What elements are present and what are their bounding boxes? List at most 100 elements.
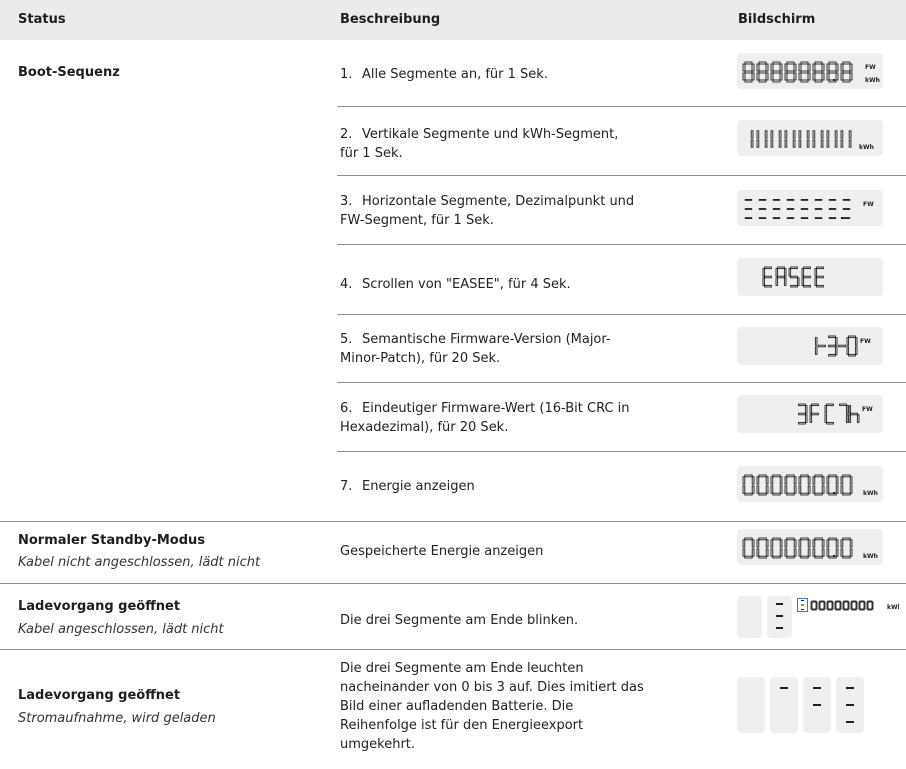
decimal-point [833,492,835,494]
fw-label: FW [862,406,873,413]
lcd-digit [742,61,755,83]
boot-step-1: 1. Alle Segmente an, für 1 Sek. [340,65,660,84]
lcd-digit [848,405,860,423]
lcd-digit [818,600,826,611]
lcd-blink-frame-segments [767,596,792,638]
status-table: Status Beschreibung Bildschirm Boot-Sequ… [0,0,906,769]
row-divider [337,451,906,452]
boot-step-3: 3. Horizontale Segmente, Dezimalpunkt und… [340,192,658,230]
lcd-horizontal-segments: FW [737,190,883,226]
boot-step-6: 6. Eindeutiger Firmware-Wert (16-Bit CRC … [340,399,645,437]
lcd-digit [798,403,808,425]
lcd-digit [770,474,783,496]
row-divider [337,106,906,107]
lcd-digit [826,61,839,83]
lcd-digit [800,199,809,219]
kwh-label: kWh [859,144,874,151]
lcd-digit [824,403,834,425]
lcd-vertical-segments: kWh [737,120,883,156]
lcd-digit [784,537,797,559]
open-status-sub: Kabel angeschlossen, lädt nicht [18,622,224,637]
lcd-digit [809,403,819,423]
lcd-digit [762,266,772,288]
lcd-digit [866,600,874,611]
lcd-standby-energy: kWh [737,529,883,565]
lcd-blink-frame-mini: kWh [797,598,902,612]
lcd-digit [772,199,781,219]
lcd-digit [842,199,851,219]
decimal-point [833,79,835,81]
lcd-digit [828,335,838,357]
boot-step-7: 7. Energie anzeigen [340,477,660,496]
lcd-digit [801,266,811,288]
lcd-digit [788,266,800,288]
lcd-digit [814,199,823,219]
lcd-charge-level-2 [803,677,831,733]
lcd-digit [812,130,824,148]
lcd-digit [840,537,853,559]
lcd-digit [814,337,818,355]
lcd-digit [798,537,811,559]
lcd-charge-level-1 [770,677,798,733]
lcd-digit [770,537,783,559]
lcd-digit [850,600,858,611]
lcd-digit [826,130,838,148]
step-text: Scrollen von "EASEE", für 4 Sek. [362,277,571,292]
lcd-digit [840,61,853,83]
standby-status-title: Normaler Standby-Modus [18,533,206,548]
table-header: Status Beschreibung Bildschirm [0,0,906,40]
section-divider [0,521,906,522]
lcd-easee [737,258,883,296]
lcd-digit [744,199,753,219]
lcd-charge-level-3 [836,677,864,733]
lcd-digit [798,474,811,496]
lcd-digit [784,474,797,496]
lcd-digit [770,130,782,148]
lcd-digit [842,600,850,611]
lcd-digit [756,61,769,83]
header-screen: Bildschirm [738,12,816,27]
kwh-label: kWh [865,77,880,84]
step-number: 4. [340,277,353,292]
step-number: 3. [340,194,353,209]
decimal-point [833,555,835,557]
lcd-digit [801,600,804,610]
lcd-digit [812,61,825,83]
step-text: Eindeutiger Firmware-Wert (16-Bit CRC in… [340,401,630,435]
lcd-digit [826,600,834,611]
lcd-firmware-version: FW [737,327,883,365]
lcd-digit [846,335,858,357]
section-divider [0,649,906,650]
charging-status-title: Ladevorgang geöffnet [18,688,181,703]
lcd-digit [826,537,839,559]
lcd-digit [798,130,810,148]
step-text: Vertikale Segmente und kWh-Segment, für … [340,127,619,161]
lcd-digit [742,537,755,559]
lcd-digit [812,474,825,496]
header-status: Status [18,12,66,27]
kwh-label: kWh [863,490,878,497]
kwh-label: kWh [887,604,899,611]
boot-status-title: Boot-Sequenz [18,65,120,80]
lcd-digit [839,403,849,423]
row-divider [337,244,906,245]
lcd-digit [828,199,837,219]
lcd-energy: kWh [737,466,883,502]
row-divider [337,175,906,176]
step-number: 7. [340,479,353,494]
step-number: 5. [340,332,353,347]
lcd-charge-level-0 [737,677,765,733]
lcd-digit [775,266,787,286]
lcd-digit [750,130,754,148]
open-status-title: Ladevorgang geöffnet [18,599,181,614]
step-text: Energie anzeigen [362,479,475,494]
lcd-digit [784,130,796,148]
step-number: 1. [340,67,353,82]
fw-label: FW [860,338,871,345]
step-text: Alle Segmente an, für 1 Sek. [362,67,548,82]
lcd-digit [756,474,769,496]
fw-label: FW [863,201,874,208]
row-divider [337,382,906,383]
lcd-digit [840,130,852,148]
lcd-digit [784,61,797,83]
